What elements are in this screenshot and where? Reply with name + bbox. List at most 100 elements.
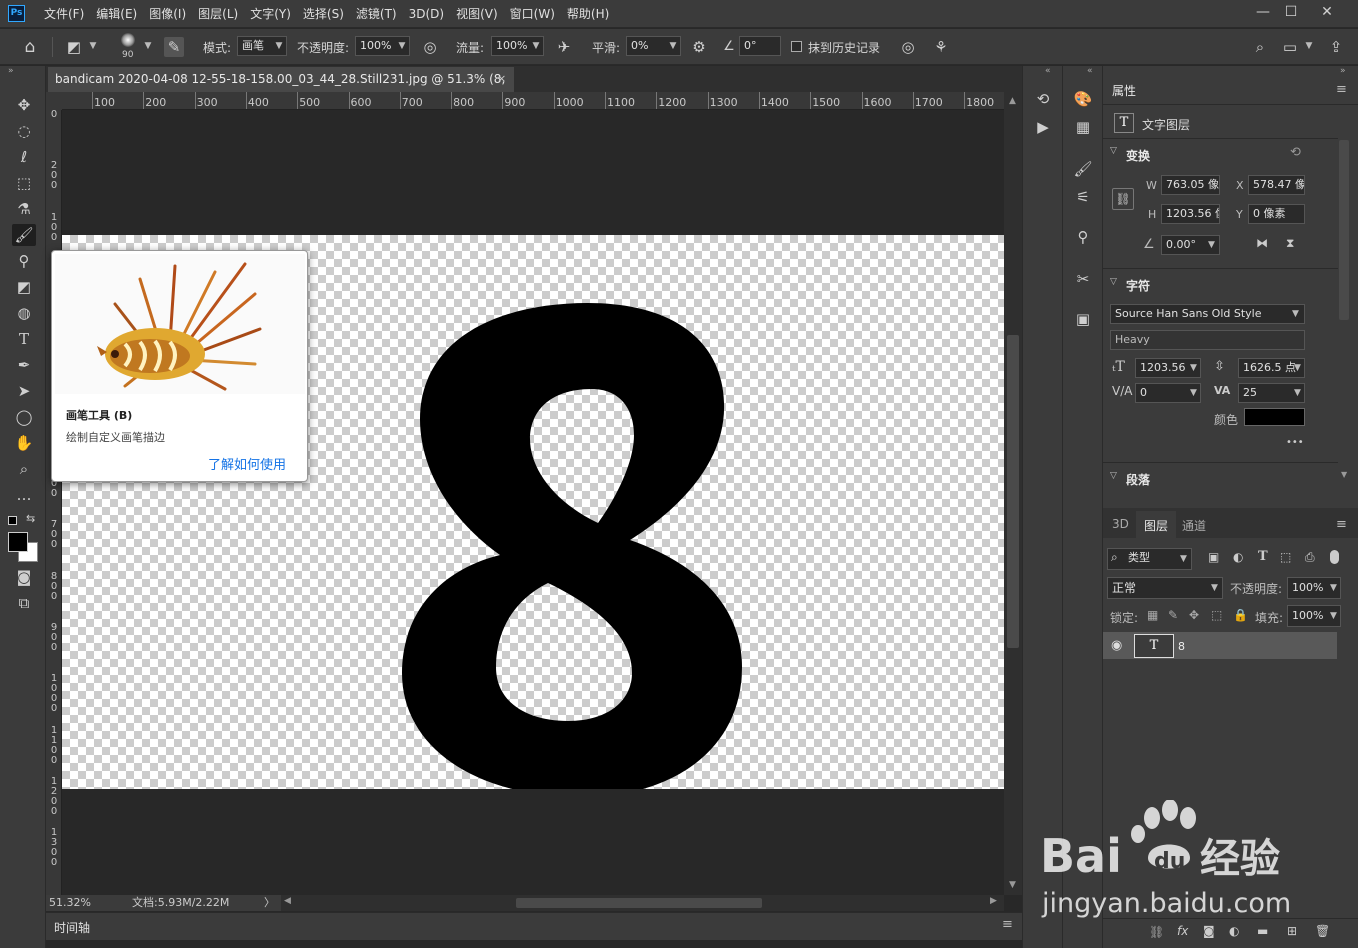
- workspace-icon[interactable]: ▭: [1280, 37, 1300, 57]
- menu-layer[interactable]: 图层(L): [192, 0, 244, 28]
- properties-scroll-thumb[interactable]: [1339, 140, 1349, 320]
- filter-toggle-icon[interactable]: [1330, 550, 1339, 564]
- scroll-down-icon[interactable]: ▼: [1341, 470, 1347, 479]
- chevron-down-icon[interactable]: ▽: [1110, 146, 1117, 156]
- menu-edit[interactable]: 编辑(E): [90, 0, 143, 28]
- history-icon[interactable]: ⟲: [1030, 88, 1056, 110]
- vertical-scroll-thumb[interactable]: [1007, 335, 1019, 648]
- new-group-icon[interactable]: ▬: [1257, 924, 1268, 938]
- lock-all-icon[interactable]: 🔒: [1233, 608, 1248, 622]
- filter-type-icon[interactable]: T: [1258, 549, 1268, 564]
- font-style-select[interactable]: Heavy: [1110, 330, 1305, 350]
- lasso-tool-icon[interactable]: ℓ: [12, 146, 36, 168]
- chevron-down-icon[interactable]: ▼: [1211, 583, 1218, 593]
- scroll-up-icon[interactable]: ▲: [1009, 96, 1016, 106]
- chevron-down-icon[interactable]: ▼: [141, 36, 155, 56]
- tab-layers[interactable]: 图层: [1144, 517, 1168, 534]
- text-color-swatch[interactable]: [1244, 408, 1305, 426]
- x-input[interactable]: 578.47 像素: [1248, 175, 1305, 195]
- maximize-button[interactable]: ☐: [1276, 2, 1306, 22]
- adjustment-layer-icon[interactable]: ◐: [1229, 924, 1239, 938]
- chevron-down-icon[interactable]: ▼: [1190, 388, 1197, 398]
- blend-mode-select[interactable]: 正常: [1107, 577, 1223, 599]
- ruler-corner[interactable]: [46, 92, 62, 110]
- screen-mode-icon[interactable]: ⧉: [12, 592, 36, 614]
- chevron-down-icon[interactable]: ▼: [1302, 36, 1316, 56]
- pen-tool-icon[interactable]: ✒: [12, 354, 36, 376]
- collapse-icon[interactable]: «: [1087, 66, 1093, 76]
- eraser-tool-icon[interactable]: ◩: [12, 276, 36, 298]
- chevron-down-icon[interactable]: ▼: [86, 36, 100, 56]
- zoom-tool-icon[interactable]: ⌕: [12, 458, 36, 480]
- eyedropper-tool-icon[interactable]: ⚗: [12, 198, 36, 220]
- pressure-size-icon[interactable]: ◎: [898, 37, 918, 57]
- learn-how-link[interactable]: 了解如何使用: [208, 454, 286, 473]
- new-layer-icon[interactable]: ⊞: [1287, 924, 1297, 938]
- pressure-opacity-icon[interactable]: ◎: [420, 37, 440, 57]
- chevron-down-icon[interactable]: ▼: [1180, 554, 1187, 564]
- brush-settings-icon[interactable]: ✎: [164, 37, 184, 57]
- ellipse-tool-icon[interactable]: ◯: [12, 406, 36, 428]
- close-button[interactable]: ✕: [1312, 2, 1342, 22]
- chevron-down-icon[interactable]: ▼: [1330, 583, 1337, 593]
- menu-file[interactable]: 文件(F): [38, 0, 90, 28]
- angle-input[interactable]: 0°: [739, 36, 781, 56]
- lock-pixels-icon[interactable]: ✎: [1168, 608, 1178, 622]
- chevron-down-icon[interactable]: ▽: [1110, 471, 1117, 481]
- airbrush-icon[interactable]: ✈: [554, 37, 574, 57]
- menu-image[interactable]: 图像(I): [143, 0, 192, 28]
- marquee-tool-icon[interactable]: ◌: [12, 120, 36, 142]
- chevron-down-icon[interactable]: ▼: [529, 36, 543, 56]
- close-tab-icon[interactable]: ×: [497, 72, 506, 85]
- scroll-right-icon[interactable]: ▶: [990, 896, 997, 906]
- share-icon[interactable]: ⇪: [1326, 37, 1346, 57]
- tab-properties[interactable]: 属性: [1112, 82, 1136, 99]
- character-title[interactable]: 字符: [1126, 277, 1150, 294]
- menu-filter[interactable]: 滤镜(T): [350, 0, 403, 28]
- chevron-down-icon[interactable]: ▼: [1208, 240, 1215, 250]
- chevron-down-icon[interactable]: ▼: [1292, 309, 1299, 319]
- stamp-tool-icon[interactable]: ⚲: [12, 250, 36, 272]
- flip-horizontal-icon[interactable]: ⧓: [1256, 236, 1268, 250]
- chevron-down-icon[interactable]: ▼: [395, 36, 409, 56]
- menu-view[interactable]: 视图(V): [450, 0, 504, 28]
- height-input[interactable]: 1203.56 像素: [1161, 204, 1220, 224]
- menu-window[interactable]: 窗口(W): [504, 0, 561, 28]
- panel-menu-icon[interactable]: ≡: [1336, 517, 1347, 532]
- play-actions-icon[interactable]: ▶: [1030, 116, 1056, 138]
- text-layer-eight[interactable]: [362, 245, 782, 805]
- tab-3d[interactable]: 3D: [1112, 517, 1129, 531]
- erase-history-checkbox[interactable]: [791, 41, 802, 52]
- chevron-down-icon[interactable]: ▼: [1190, 363, 1197, 373]
- trash-icon[interactable]: 🗑: [1315, 924, 1330, 938]
- timeline-tab[interactable]: 时间轴: [54, 919, 90, 936]
- chevron-down-icon[interactable]: ▼: [666, 36, 680, 56]
- lock-transparent-icon[interactable]: ▦: [1147, 608, 1158, 622]
- menu-3d[interactable]: 3D(D): [403, 0, 450, 28]
- layer-name[interactable]: 8: [1178, 640, 1185, 653]
- transform-title[interactable]: 变换: [1126, 147, 1150, 164]
- font-family-select[interactable]: Source Han Sans Old Style: [1110, 304, 1305, 324]
- eye-icon[interactable]: ◉: [1111, 638, 1122, 653]
- flip-vertical-icon[interactable]: ⧗: [1286, 236, 1294, 251]
- panel-menu-icon[interactable]: ≡: [1002, 917, 1013, 932]
- path-select-tool-icon[interactable]: ➤: [12, 380, 36, 402]
- tool-presets-icon[interactable]: ✂: [1070, 268, 1096, 290]
- link-layers-icon[interactable]: ⛓: [1149, 925, 1164, 939]
- paragraph-title[interactable]: 段落: [1126, 471, 1150, 488]
- brush-tool-icon[interactable]: 🖌: [12, 224, 36, 246]
- menu-select[interactable]: 选择(S): [297, 0, 350, 28]
- horizontal-scroll-thumb[interactable]: [516, 898, 762, 908]
- default-colors-icon[interactable]: [8, 516, 17, 525]
- more-options-icon[interactable]: •••: [1286, 437, 1304, 448]
- brush-settings-icon[interactable]: ⚟: [1070, 186, 1096, 208]
- brushes-icon[interactable]: 🖌: [1070, 158, 1096, 180]
- quick-mask-icon[interactable]: ◙: [12, 566, 36, 588]
- zoom-level[interactable]: 51.32%: [49, 895, 91, 911]
- collapse-icon[interactable]: «: [1045, 66, 1051, 76]
- filter-shape-icon[interactable]: ⬚: [1280, 550, 1291, 564]
- swap-colors-icon[interactable]: ⇆: [26, 512, 35, 525]
- scroll-down-icon[interactable]: ▼: [1009, 880, 1016, 890]
- y-input[interactable]: 0 像素: [1248, 204, 1305, 224]
- menu-type[interactable]: 文字(Y): [244, 0, 297, 28]
